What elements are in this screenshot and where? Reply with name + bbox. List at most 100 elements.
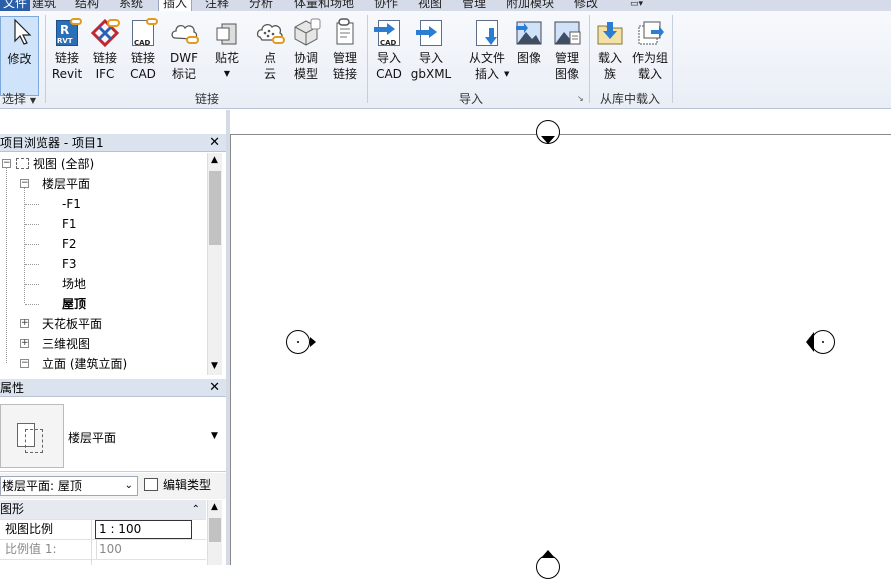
ribbon-tab-bar: 文件 建筑 结构 系统 插入 注释 分析 体量和场地 协作 视图 管理 附加模块… bbox=[0, 0, 891, 11]
modify-button[interactable]: 修改 bbox=[0, 16, 39, 96]
link-revit-icon: RVT R bbox=[52, 18, 82, 48]
image-button[interactable]: 图像 bbox=[512, 18, 546, 66]
import-cad-button[interactable]: CAD 导入 CAD bbox=[371, 18, 407, 82]
drawing-canvas[interactable] bbox=[230, 120, 891, 579]
group-graphics-header[interactable]: 图形 ⌃ bbox=[0, 500, 206, 520]
project-browser-close-icon[interactable]: ✕ bbox=[209, 134, 220, 152]
elevation-marker-east[interactable] bbox=[806, 330, 835, 354]
view-scale-field[interactable]: 1 : 100 bbox=[95, 520, 192, 539]
expander-3d-views[interactable]: + bbox=[20, 339, 29, 348]
tree-item-level-f1[interactable]: F1 bbox=[62, 217, 77, 231]
tree-item-level-f2[interactable]: F2 bbox=[62, 237, 77, 251]
expander-ceiling-plans[interactable]: + bbox=[20, 319, 29, 328]
import-gbxml-button[interactable]: 导入 gbXML bbox=[408, 18, 454, 82]
tree-item-roof[interactable]: 屋顶 bbox=[62, 297, 86, 311]
link-ifc-icon bbox=[90, 18, 120, 48]
property-row-scale-value: 比例值 1: 100 bbox=[0, 540, 206, 560]
insert-from-file-button[interactable]: 从文件 插入 ▼ bbox=[462, 18, 512, 82]
tree-item-level-f3[interactable]: F3 bbox=[62, 257, 77, 271]
scroll-thumb[interactable] bbox=[209, 171, 221, 245]
manage-images-button[interactable]: 管理 图像 bbox=[549, 18, 585, 82]
project-browser-tree: − 视图 (全部) − 楼层平面 -F1 F1 F2 F3 场地 屋顶 + 天花… bbox=[0, 153, 226, 375]
tab-modify[interactable]: 修改 bbox=[574, 0, 598, 11]
collapse-icon: ⌃ bbox=[191, 504, 200, 515]
link-ifc-label-2: IFC bbox=[95, 67, 115, 81]
tab-structure[interactable]: 结构 bbox=[75, 0, 99, 11]
import-gbxml-icon bbox=[416, 18, 446, 48]
link-ifc-button[interactable]: 链接 IFC bbox=[87, 18, 123, 82]
tree-item-level-minus-f1[interactable]: -F1 bbox=[62, 197, 81, 211]
link-revit-label-2: Revit bbox=[51, 67, 83, 81]
elevation-marker-north[interactable] bbox=[536, 120, 560, 144]
link-cad-label-1: 链接 bbox=[130, 51, 155, 65]
tree-item-site[interactable]: 场地 bbox=[62, 277, 86, 291]
properties-scrollbar[interactable]: ▲ bbox=[207, 500, 222, 565]
property-row-view-scale[interactable]: 视图比例 1 : 100 bbox=[0, 520, 206, 540]
instance-selector[interactable]: 楼层平面: 屋顶 ⌄ bbox=[0, 476, 138, 496]
point-cloud-button[interactable]: 点 云 bbox=[252, 18, 288, 82]
type-dropdown-icon[interactable]: ▼ bbox=[211, 431, 218, 441]
coordination-model-label-1: 协调 bbox=[293, 51, 318, 65]
properties-close-icon[interactable]: ✕ bbox=[209, 379, 220, 397]
tab-analyze[interactable]: 分析 bbox=[249, 0, 273, 11]
scroll-thumb[interactable] bbox=[209, 518, 221, 542]
scroll-down-icon[interactable]: ▼ bbox=[211, 361, 218, 371]
tree-item-ceiling-plans[interactable]: 天花板平面 bbox=[42, 317, 102, 331]
tab-manage[interactable]: 管理 bbox=[462, 0, 486, 11]
tree-item-elevations[interactable]: 立面 (建筑立面) bbox=[42, 357, 127, 371]
load-family-icon bbox=[595, 18, 625, 48]
tree-item-3d-views[interactable]: 三维视图 bbox=[42, 337, 90, 351]
edit-type-button[interactable]: 编辑类型 bbox=[144, 476, 211, 494]
insert-from-file-icon bbox=[472, 18, 502, 48]
tab-systems[interactable]: 系统 bbox=[119, 0, 143, 11]
property-label: 视图比例 bbox=[5, 522, 54, 536]
load-family-button[interactable]: 载入 族 bbox=[593, 18, 627, 82]
select-panel-label[interactable]: 选择 ▼ bbox=[2, 90, 36, 107]
dwf-markup-button[interactable]: DWF 标记 bbox=[166, 18, 202, 82]
tree-item-floor-plans[interactable]: 楼层平面 bbox=[42, 177, 90, 191]
load-as-group-button[interactable]: 作为组 载入 bbox=[629, 18, 671, 82]
properties-header: 属性 ✕ bbox=[0, 379, 226, 397]
scroll-up-icon[interactable]: ▲ bbox=[211, 155, 218, 165]
tab-view[interactable]: 视图 bbox=[418, 0, 442, 11]
panel-toggle-icon[interactable]: ▭▾ bbox=[630, 0, 643, 11]
project-browser-header: 项目浏览器 - 项目1 ✕ bbox=[0, 134, 226, 152]
panel-separator bbox=[367, 15, 368, 103]
tab-collaborate[interactable]: 协作 bbox=[374, 0, 398, 11]
elevation-marker-south[interactable] bbox=[536, 550, 560, 579]
scroll-up-icon[interactable]: ▲ bbox=[211, 502, 218, 512]
manage-images-icon bbox=[552, 18, 582, 48]
tab-architecture[interactable]: 建筑 bbox=[32, 0, 56, 11]
link-revit-button[interactable]: RVT R 链接 Revit bbox=[49, 18, 85, 82]
decal-dropdown-icon[interactable]: ▼ bbox=[209, 66, 245, 82]
scale-value-field: 100 bbox=[96, 540, 122, 559]
link-cad-button[interactable]: CAD 链接 CAD bbox=[125, 18, 161, 82]
link-cad-label-2: CAD bbox=[130, 67, 156, 81]
point-cloud-label-2: 云 bbox=[263, 67, 276, 81]
floor-plan-type-icon bbox=[0, 404, 64, 468]
expander-floor-plans[interactable]: − bbox=[20, 179, 29, 188]
tab-insert[interactable]: 插入 bbox=[158, 0, 193, 11]
tree-item-views-all[interactable]: 视图 (全部) bbox=[16, 157, 94, 171]
decal-label: 贴花 bbox=[214, 51, 239, 65]
import-gbxml-label-2: gbXML bbox=[410, 67, 452, 81]
manage-links-button[interactable]: 管理 链接 bbox=[327, 18, 363, 82]
tab-massing-site[interactable]: 体量和场地 bbox=[294, 0, 354, 11]
expander-views[interactable]: − bbox=[2, 159, 11, 168]
tab-file[interactable]: 文件 bbox=[0, 0, 31, 11]
decal-button[interactable]: 贴花 ▼ bbox=[209, 18, 245, 82]
import-gbxml-label-1: 导入 bbox=[418, 51, 443, 65]
expander-elevations[interactable]: − bbox=[20, 359, 29, 368]
load-as-group-label-2: 载入 bbox=[637, 67, 662, 81]
elevation-marker-west[interactable] bbox=[286, 330, 316, 354]
import-panel-launcher-icon[interactable]: ↘ bbox=[577, 94, 584, 103]
type-selector[interactable]: 楼层平面 ▼ bbox=[0, 398, 226, 472]
tab-addins[interactable]: 附加模块 bbox=[506, 0, 554, 11]
project-browser-scrollbar[interactable]: ▲ ▼ bbox=[207, 153, 222, 375]
properties-title: 属性 bbox=[0, 381, 25, 395]
insert-from-file-dropdown-icon[interactable]: ▼ bbox=[504, 66, 509, 82]
coordination-model-button[interactable]: 协调 模型 bbox=[288, 18, 324, 82]
manage-links-icon bbox=[330, 18, 360, 48]
tab-annotate[interactable]: 注释 bbox=[205, 0, 229, 11]
link-cad-icon: CAD bbox=[128, 18, 158, 48]
